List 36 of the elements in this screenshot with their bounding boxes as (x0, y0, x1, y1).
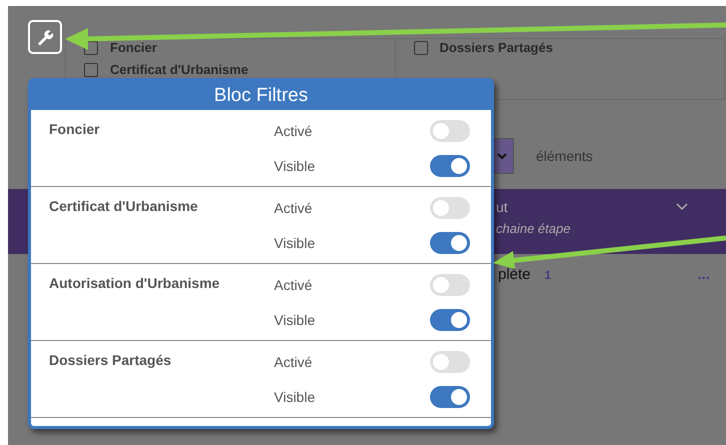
toggle-switch[interactable] (430, 232, 470, 254)
filter-name: Autorisation d'Urbanisme (49, 274, 221, 293)
page-size-label: éléments (536, 148, 593, 164)
toggle-switch[interactable] (430, 155, 470, 177)
count-label: 1 (544, 268, 552, 282)
checkbox-label: Certificat d'Urbanisme (110, 62, 248, 77)
filter-name: Certificat d'Urbanisme (49, 197, 199, 216)
checkbox[interactable] (414, 40, 428, 54)
checkbox-label: Foncier (110, 40, 157, 55)
settings-button[interactable] (28, 20, 62, 54)
filter-name: Dossiers Partagés (49, 351, 172, 370)
toggle-switch[interactable] (430, 351, 470, 373)
toggle-switch[interactable] (430, 386, 470, 408)
toggle-switch[interactable] (430, 197, 470, 219)
wrench-icon (36, 28, 54, 46)
toggle-switch[interactable] (430, 309, 470, 331)
toggle-label: Activé (274, 354, 312, 370)
toggle-label: Activé (274, 200, 312, 216)
toggle-switch[interactable] (430, 274, 470, 296)
checkbox[interactable] (84, 62, 98, 76)
toggle-label: Visible (274, 312, 315, 328)
toggle-label: Visible (274, 389, 315, 405)
column-title: ut (496, 199, 509, 215)
toggle-label: Activé (274, 277, 312, 293)
filter-name: Foncier (49, 120, 101, 139)
more-button[interactable]: ... (697, 266, 710, 283)
caret-icon (497, 152, 507, 160)
toggle-label: Activé (274, 123, 312, 139)
toggle-label: Visible (274, 158, 315, 174)
dialog-title: Bloc Filtres (213, 84, 309, 108)
column-subtitle: chaine étape (496, 221, 570, 236)
checkbox-label: Dossiers Partagés (440, 40, 553, 55)
toggle-label: Visible (274, 235, 315, 251)
row-text: plète (498, 266, 531, 283)
chevron-icon (676, 203, 688, 211)
toggle-switch[interactable] (430, 120, 470, 142)
